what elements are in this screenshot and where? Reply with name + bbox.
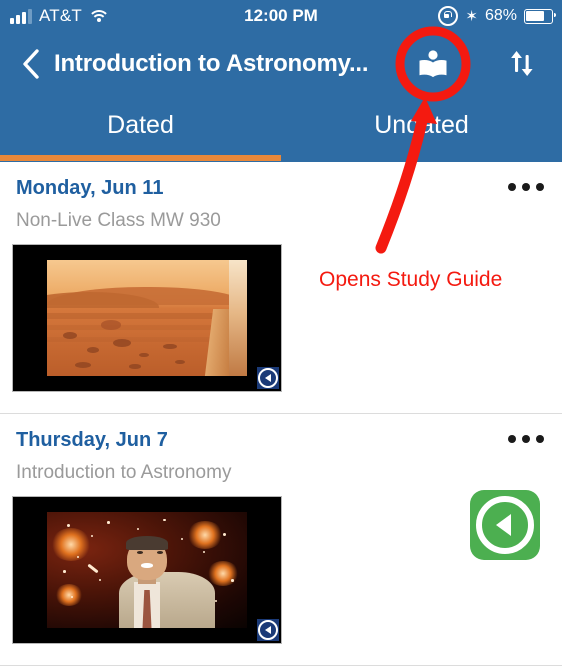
battery-percent-label: 68%	[484, 7, 517, 24]
more-options-icon[interactable]	[508, 430, 544, 448]
table-row[interactable]: Monday, Jun 11 Non-Live Class MW 930	[0, 162, 562, 560]
tab-undated[interactable]: Undated	[281, 95, 562, 156]
astronomer-portrait-thumbnail[interactable]	[12, 496, 282, 644]
card-date-label: Thursday, Jun 7	[16, 429, 168, 451]
tab-bar: Dated Undated	[0, 95, 562, 162]
mars-surface-thumbnail[interactable]	[12, 244, 282, 392]
card-date-label: Monday, Jun 11	[16, 177, 164, 199]
sort-up-down-icon	[511, 51, 533, 76]
back-button[interactable]	[14, 47, 48, 81]
battery-icon	[524, 8, 556, 24]
study-guide-button[interactable]	[410, 42, 456, 88]
thumbnail-image	[47, 512, 247, 628]
video-play-badge-icon	[257, 367, 279, 389]
session-list[interactable]: Monday, Jun 11 Non-Live Class MW 930 Thu…	[0, 162, 562, 672]
page-title: Introduction to Astronomy...	[54, 49, 369, 77]
tab-dated[interactable]: Dated	[0, 95, 281, 156]
thumbnail-image	[47, 260, 247, 376]
more-options-icon[interactable]	[508, 178, 544, 196]
mars-landscape-art	[47, 260, 247, 376]
navigation-bar: Introduction to Astronomy...	[0, 32, 562, 95]
video-play-badge-icon	[257, 619, 279, 641]
phone-screen: AT&T 12:00 PM ✶ 68% Introduction to Astr…	[0, 0, 562, 672]
card-subtitle-label: Introduction to Astronomy	[16, 462, 232, 483]
status-bar-right: ✶ 68%	[438, 0, 556, 32]
table-row[interactable]: Thursday, Jun 7 Introduction to Astronom…	[0, 414, 562, 666]
bluetooth-icon: ✶	[465, 7, 478, 25]
rotation-lock-icon	[438, 6, 459, 26]
chevron-left-icon	[23, 49, 39, 79]
sort-button[interactable]	[500, 42, 544, 86]
open-book-icon	[419, 50, 447, 78]
card-subtitle-label: Non-Live Class MW 930	[16, 210, 221, 231]
status-bar: AT&T 12:00 PM ✶ 68%	[0, 0, 562, 32]
cosmos-portrait-art	[47, 512, 247, 628]
tab-active-indicator	[0, 155, 281, 161]
